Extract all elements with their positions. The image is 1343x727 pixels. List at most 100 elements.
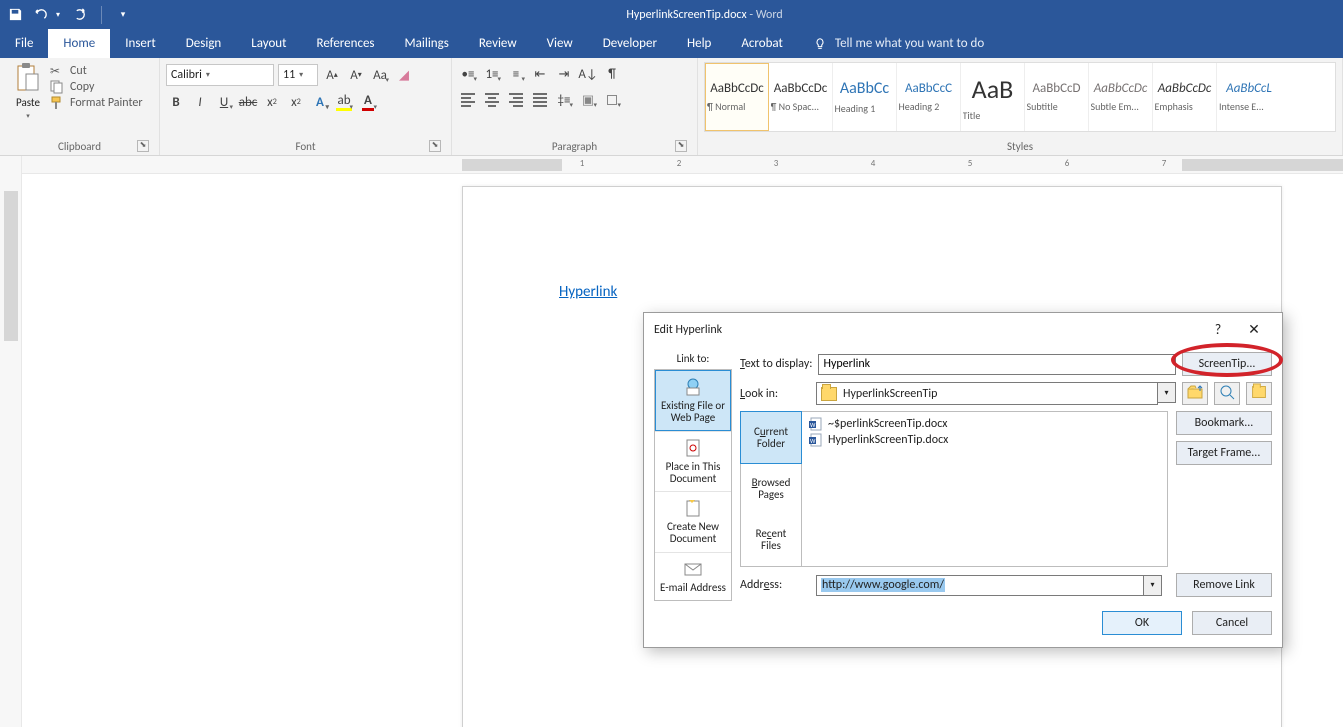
list-item[interactable]: W HyperlinkScreenTip.docx [806, 432, 1163, 448]
increase-indent-button[interactable]: ⇥ [554, 64, 574, 84]
hyperlink-text[interactable]: Hyperlink [559, 283, 617, 301]
tab-mailings[interactable]: Mailings [390, 29, 464, 58]
style-normal[interactable]: AaBbCcDc¶ Normal [705, 63, 769, 131]
browse-current-folder[interactable]: CurrentFolder [740, 411, 802, 464]
shrink-font-button[interactable]: A▾ [346, 65, 366, 85]
horizontal-ruler[interactable]: 1 2 3 4 5 6 7 [22, 156, 1343, 174]
tab-insert[interactable]: Insert [110, 29, 171, 58]
style-intense-emphasis[interactable]: AaBbCcLIntense E... [1217, 63, 1281, 131]
save-icon[interactable] [6, 6, 24, 24]
email-icon [683, 559, 703, 579]
style-no-spacing[interactable]: AaBbCcDc¶ No Spac... [769, 63, 833, 131]
style-subtitle[interactable]: AaBbCcDSubtitle [1025, 63, 1089, 131]
tell-me[interactable]: Tell me what you want to do [798, 29, 984, 58]
align-left-button[interactable] [458, 90, 478, 110]
text-to-display-input[interactable] [818, 354, 1176, 375]
tab-layout[interactable]: Layout [236, 29, 301, 58]
strikethrough-button[interactable]: abc [238, 92, 258, 112]
bullets-button[interactable]: •≡▾ [458, 64, 478, 84]
list-item[interactable]: W ~$perlinkScreenTip.docx [806, 416, 1163, 432]
linkto-email[interactable]: E-mail Address [655, 552, 731, 600]
ok-button[interactable]: OK [1102, 611, 1182, 635]
tab-view[interactable]: View [532, 29, 588, 58]
paste-button[interactable]: Paste ▾ [6, 62, 50, 120]
group-clipboard: Paste ▾ ✂Cut Copy Format Painter Clipboa… [0, 58, 160, 155]
up-one-level-button[interactable] [1182, 382, 1208, 405]
tab-developer[interactable]: Developer [588, 29, 672, 58]
styles-gallery[interactable]: AaBbCcDc¶ Normal AaBbCcDc¶ No Spac... Aa… [704, 62, 1336, 132]
browse-recent-files[interactable]: RecentFiles [741, 515, 801, 566]
line-spacing-button[interactable]: ‡≡▾ [554, 90, 574, 110]
dialog-help-button[interactable]: ? [1200, 316, 1236, 344]
address-dropdown-icon[interactable]: ▾ [1144, 575, 1162, 596]
show-marks-button[interactable]: ¶ [602, 64, 622, 84]
tell-me-label: Tell me what you want to do [835, 36, 984, 51]
tab-home[interactable]: Home [48, 29, 110, 58]
style-title[interactable]: AaBTitle [961, 63, 1025, 131]
underline-button[interactable]: U▾ [214, 92, 234, 112]
font-name-combo[interactable]: Calibri▾ [166, 64, 274, 86]
look-in-combo[interactable]: HyperlinkScreenTip [816, 382, 1158, 405]
address-input[interactable]: http://www.google.com/ [816, 575, 1144, 596]
multilevel-button[interactable]: ≡▾ [506, 64, 526, 84]
group-font: Calibri▾ 11▾ A▴ A▾ Aa▾ ◢ B I U▾ abc x2 x… [160, 58, 452, 155]
dialog-titlebar[interactable]: Edit Hyperlink ? ✕ [644, 313, 1282, 346]
font-color-button[interactable]: A▾ [358, 92, 378, 112]
font-size-combo[interactable]: 11▾ [278, 64, 318, 86]
tab-acrobat[interactable]: Acrobat [726, 29, 798, 58]
style-heading2[interactable]: AaBbCcCHeading 2 [897, 63, 961, 131]
subscript-button[interactable]: x2 [262, 92, 282, 112]
screentip-button[interactable]: ScreenTip... [1182, 352, 1272, 376]
customize-qat-icon[interactable]: ▾ [114, 6, 132, 24]
style-emphasis[interactable]: AaBbCcDcEmphasis [1153, 63, 1217, 131]
borders-button[interactable]: ▾ [602, 90, 622, 110]
numbering-button[interactable]: 1≡▾ [482, 64, 502, 84]
vertical-ruler[interactable] [0, 156, 22, 727]
browse-file-button[interactable] [1246, 382, 1272, 405]
dialog-close-button[interactable]: ✕ [1236, 316, 1272, 344]
cancel-button[interactable]: Cancel [1192, 611, 1272, 635]
clear-formatting-button[interactable]: ◢ [394, 65, 414, 85]
linkto-create-new[interactable]: Create New Document [655, 491, 731, 551]
grow-font-button[interactable]: A▴ [322, 65, 342, 85]
browse-web-button[interactable] [1214, 382, 1240, 405]
change-case-button[interactable]: Aa▾ [370, 65, 390, 85]
font-launcher-icon[interactable]: ⬊ [429, 140, 441, 152]
styles-group-label: Styles [704, 138, 1336, 153]
tab-help[interactable]: Help [672, 29, 726, 58]
tab-review[interactable]: Review [464, 29, 532, 58]
superscript-button[interactable]: x2 [286, 92, 306, 112]
remove-link-button[interactable]: Remove Link [1176, 573, 1272, 597]
redo-icon[interactable] [71, 6, 89, 24]
shading-button[interactable]: ▣▾ [578, 90, 598, 110]
tab-file[interactable]: File [0, 29, 48, 58]
align-right-button[interactable] [506, 90, 526, 110]
browse-browsed-pages[interactable]: BrowsedPages [741, 463, 801, 514]
format-painter-button[interactable]: Format Painter [50, 96, 143, 110]
justify-button[interactable] [530, 90, 550, 110]
cut-button[interactable]: ✂Cut [50, 64, 143, 78]
copy-button[interactable]: Copy [50, 80, 143, 94]
highlight-button[interactable]: ab▾ [334, 92, 354, 112]
undo-dropdown-icon[interactable]: ▾ [56, 10, 63, 20]
style-heading1[interactable]: AaBbCcHeading 1 [833, 63, 897, 131]
text-effects-button[interactable]: A▾ [310, 92, 330, 112]
group-styles: AaBbCcDc¶ Normal AaBbCcDc¶ No Spac... Aa… [698, 58, 1343, 155]
align-center-button[interactable] [482, 90, 502, 110]
paragraph-launcher-icon[interactable]: ⬊ [675, 140, 687, 152]
sort-button[interactable]: A↓ [578, 64, 598, 84]
linkto-existing-file[interactable]: Existing File or Web Page [655, 370, 731, 431]
undo-icon[interactable] [32, 6, 50, 24]
bookmark-button[interactable]: Bookmark... [1176, 411, 1272, 435]
style-subtle-emphasis[interactable]: AaBbCcDcSubtle Em... [1089, 63, 1153, 131]
linkto-place-in-doc[interactable]: Place in This Document [655, 431, 731, 491]
clipboard-launcher-icon[interactable]: ⬊ [137, 140, 149, 152]
look-in-dropdown-icon[interactable]: ▾ [1158, 382, 1176, 403]
file-list[interactable]: W ~$perlinkScreenTip.docx W HyperlinkScr… [802, 411, 1168, 567]
decrease-indent-button[interactable]: ⇤ [530, 64, 550, 84]
bold-button[interactable]: B [166, 92, 186, 112]
target-frame-button[interactable]: Target Frame... [1176, 441, 1272, 465]
italic-button[interactable]: I [190, 92, 210, 112]
tab-references[interactable]: References [302, 29, 390, 58]
tab-design[interactable]: Design [171, 29, 236, 58]
